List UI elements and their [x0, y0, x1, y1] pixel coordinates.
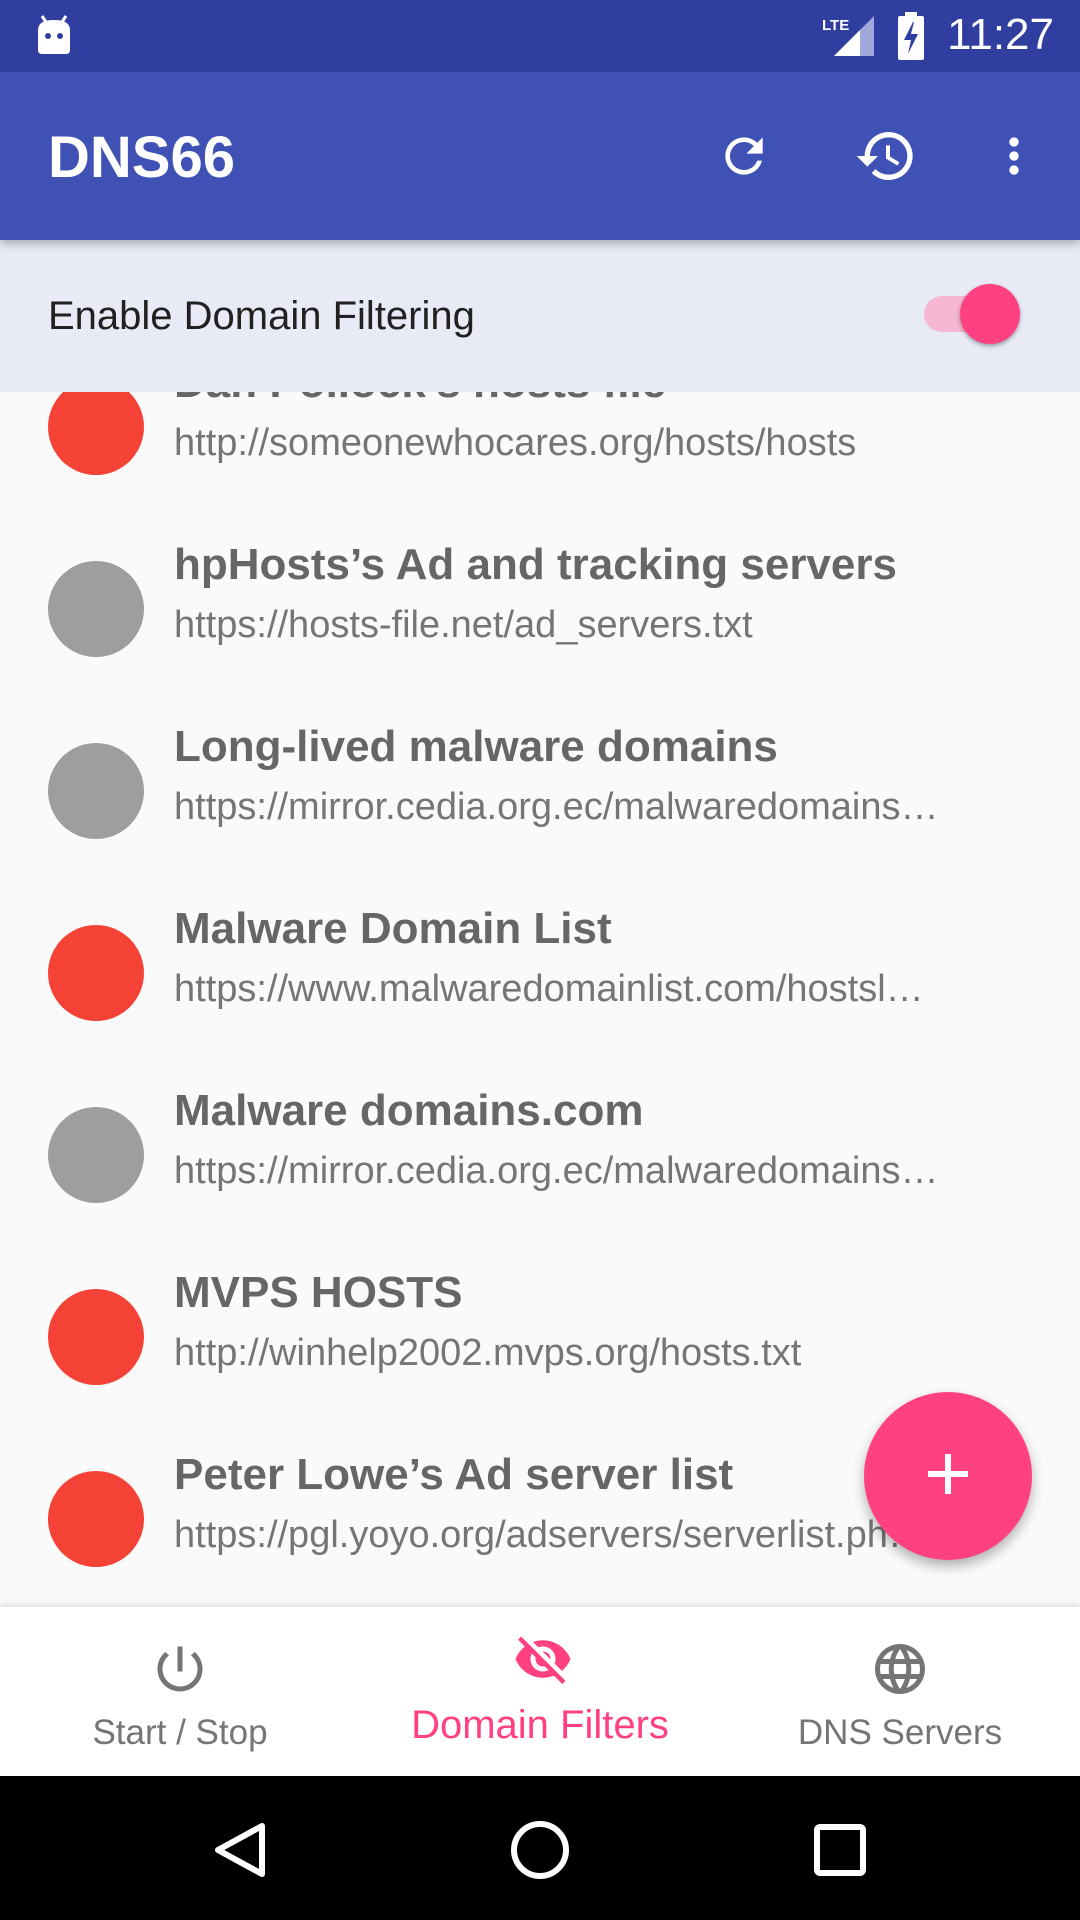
nav-start-stop[interactable]: Start / Stop: [0, 1607, 360, 1776]
bottom-navigation: Start / Stop Domain Filters DNS Servers: [0, 1607, 1080, 1776]
state-indicator[interactable]: [48, 561, 144, 657]
list-item-url: https://hosts-file.net/ad_servers.txt: [174, 604, 753, 646]
list-item[interactable]: Malware domains.com https://mirror.cedia…: [0, 1059, 1080, 1241]
svg-text:LTE: LTE: [822, 17, 849, 34]
history-icon[interactable]: [846, 116, 926, 196]
app-title: DNS66: [48, 125, 235, 190]
state-indicator[interactable]: [48, 392, 144, 475]
domain-filtering-row[interactable]: Enable Domain Filtering: [0, 240, 1080, 392]
list-item-title: Dan Pollock's hosts file: [174, 392, 666, 408]
list-item[interactable]: Malware Domain List https://www.malwared…: [0, 877, 1080, 1059]
list-item-url: http://someonewhocares.org/hosts/hosts: [174, 422, 857, 464]
list-item[interactable]: Long-lived malware domains https://mirro…: [0, 695, 1080, 877]
state-indicator[interactable]: [48, 925, 144, 1021]
more-vert-icon[interactable]: [974, 116, 1054, 196]
nav-start-stop-label: Start / Stop: [92, 1713, 268, 1752]
list-item[interactable]: MVPS HOSTS http://winhelp2002.mvps.org/h…: [0, 1241, 1080, 1423]
nav-domain-filters[interactable]: Domain Filters: [360, 1607, 720, 1776]
power-icon: [150, 1639, 210, 1699]
list-item-title: Malware Domain List: [174, 904, 612, 953]
globe-icon: [870, 1639, 930, 1699]
list-item-url: https://www.malwaredomainlist.com/hostsl…: [174, 968, 924, 1010]
state-indicator[interactable]: [48, 1471, 144, 1567]
domain-filtering-label: Enable Domain Filtering: [48, 294, 475, 338]
list-item-title: Long-lived malware domains: [174, 722, 778, 771]
back-icon[interactable]: [200, 1810, 280, 1890]
status-bar: LTE 11:27: [0, 0, 1080, 72]
list-item-title: Peter Lowe’s Ad server list: [174, 1450, 734, 1499]
list-item-title: hpHosts’s Ad and tracking servers: [174, 540, 897, 589]
list-item-url: https://mirror.cedia.org.ec/malwaredomai…: [174, 1150, 939, 1192]
list-item-title: Malware domains.com: [174, 1086, 644, 1135]
android-notification-icon: [34, 14, 74, 63]
visibility-off-icon: [510, 1629, 571, 1689]
add-host-list-button[interactable]: [864, 1392, 1032, 1560]
switch-thumb: [960, 284, 1020, 344]
state-indicator[interactable]: [48, 743, 144, 839]
list-item-url: http://winhelp2002.mvps.org/hosts.txt: [174, 1332, 802, 1374]
list-item-url: https://mirror.cedia.org.ec/malwaredomai…: [174, 786, 939, 828]
app-bar: DNS66: [0, 72, 1080, 240]
system-navigation-bar: [0, 1776, 1080, 1920]
nav-dns-servers-label: DNS Servers: [797, 1713, 1003, 1752]
state-indicator[interactable]: [48, 1107, 144, 1203]
nav-dns-servers[interactable]: DNS Servers: [720, 1607, 1080, 1776]
state-indicator[interactable]: [48, 1289, 144, 1385]
list-item[interactable]: Dan Pollock's hosts file http://someonew…: [0, 392, 1080, 513]
list-item[interactable]: hpHosts’s Ad and tracking servers https:…: [0, 513, 1080, 695]
refresh-icon[interactable]: [704, 116, 784, 196]
status-time: 11:27: [947, 10, 1054, 59]
recents-icon[interactable]: [800, 1810, 880, 1890]
battery-charging-icon: [896, 12, 926, 65]
home-icon[interactable]: [500, 1810, 580, 1890]
nav-domain-filters-label: Domain Filters: [411, 1703, 669, 1747]
add-icon: [924, 1450, 972, 1503]
signal-icon: LTE: [820, 14, 876, 63]
domain-filtering-switch[interactable]: [924, 284, 1020, 344]
list-item-title: MVPS HOSTS: [174, 1268, 463, 1317]
